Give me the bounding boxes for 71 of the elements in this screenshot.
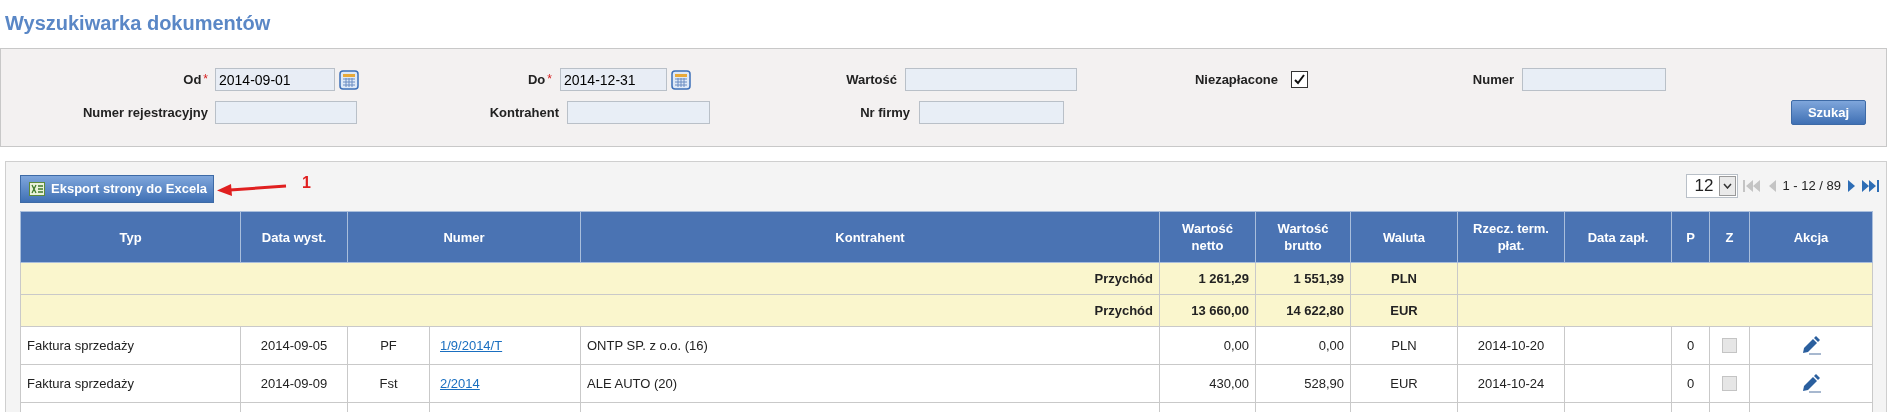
text-field[interactable] bbox=[215, 101, 357, 124]
text-field[interactable] bbox=[905, 68, 1077, 91]
last-page-icon[interactable] bbox=[1861, 178, 1882, 194]
summary-net: 13 660,00 bbox=[1159, 294, 1256, 327]
table-cell: PF bbox=[347, 326, 430, 365]
field-label: Od bbox=[183, 70, 202, 89]
column-header: Numer bbox=[347, 211, 581, 263]
search-button[interactable]: Szukaj bbox=[1791, 100, 1866, 125]
table-cell: 0 bbox=[1671, 364, 1710, 403]
column-header: Waluta bbox=[1350, 211, 1458, 263]
column-header: Wartość netto bbox=[1159, 211, 1256, 263]
required-mark: * bbox=[547, 70, 552, 88]
summary-gross: 14 622,80 bbox=[1255, 294, 1351, 327]
field-label: Nr firmy bbox=[860, 103, 910, 122]
text-field[interactable] bbox=[1522, 68, 1666, 91]
column-header: Wartość brutto bbox=[1255, 211, 1351, 263]
table-cell: Fst bbox=[347, 364, 430, 403]
spreadsheet-icon bbox=[29, 182, 45, 196]
table-cell: PLN bbox=[1350, 326, 1458, 365]
column-header: Data wyst. bbox=[240, 211, 348, 263]
column-header: Akcja bbox=[1749, 211, 1873, 263]
text-field[interactable] bbox=[567, 101, 710, 124]
field-label: Wartość bbox=[846, 70, 897, 89]
page-range: 1 - 12 / 89 bbox=[1782, 177, 1841, 196]
document-link[interactable]: 2/2014 bbox=[440, 375, 480, 391]
summary-currency: EUR bbox=[1350, 294, 1458, 327]
summary-currency: PLN bbox=[1350, 262, 1458, 295]
field-label: Numer bbox=[1472, 70, 1514, 89]
table-cell: 2014-09-05 bbox=[240, 326, 348, 365]
table-cell: 2014-09-09 bbox=[240, 364, 348, 403]
required-mark: * bbox=[203, 70, 208, 88]
table-cell: ALE AUTO (20) bbox=[580, 364, 1160, 403]
page-title: Wyszukiwarka dokumentów bbox=[5, 12, 271, 34]
field-label: Do bbox=[528, 70, 546, 89]
date-field[interactable]: 2014-12-31 bbox=[560, 68, 667, 91]
column-header: Z bbox=[1709, 211, 1750, 263]
checkbox[interactable] bbox=[1291, 71, 1308, 88]
table-cell: 2014-10-24 bbox=[1457, 364, 1565, 403]
annotation-number: 1 bbox=[302, 173, 311, 193]
field-label: Kontrahent bbox=[489, 103, 559, 122]
date-field[interactable]: 2014-09-01 bbox=[215, 68, 335, 91]
table-cell: 0,00 bbox=[1255, 326, 1351, 365]
calendar-icon[interactable] bbox=[671, 69, 691, 90]
summary-label: Przychód bbox=[20, 262, 1160, 295]
table-cell: ONTP SP. z o.o. (16) bbox=[580, 326, 1160, 365]
document-link[interactable]: 1/9/2014/T bbox=[440, 337, 503, 353]
column-header: Data zapł. bbox=[1564, 211, 1672, 263]
table-cell: 528,90 bbox=[1255, 364, 1351, 403]
field-label: Niezapłacone bbox=[1194, 70, 1278, 89]
summary-gross: 1 551,39 bbox=[1255, 262, 1351, 295]
table-cell: 0,00 bbox=[1159, 326, 1256, 365]
table-cell: EUR bbox=[1350, 364, 1458, 403]
text-field[interactable] bbox=[919, 101, 1064, 124]
table-cell: 0 bbox=[1671, 326, 1710, 365]
table-cell: 2014-10-20 bbox=[1457, 326, 1565, 365]
summary-net: 1 261,29 bbox=[1159, 262, 1256, 295]
summary-label: Przychód bbox=[20, 294, 1160, 327]
page-size-select[interactable]: 12 bbox=[1686, 174, 1739, 198]
column-header: Kontrahent bbox=[580, 211, 1160, 263]
field-label: Numer rejestracyjny bbox=[83, 103, 208, 122]
export-button[interactable]: Eksport strony do Excela bbox=[20, 175, 215, 203]
column-header: Typ bbox=[20, 211, 241, 263]
column-header: Rzecz. term. płat. bbox=[1457, 211, 1565, 263]
column-header: P bbox=[1671, 211, 1710, 263]
table-cell: Faktura sprzedaży bbox=[20, 326, 241, 365]
edit-icon[interactable] bbox=[1800, 373, 1822, 394]
calendar-icon[interactable] bbox=[339, 69, 359, 90]
table-cell: Faktura sprzedaży bbox=[20, 364, 241, 403]
edit-icon[interactable] bbox=[1800, 335, 1822, 356]
chevron-down-icon bbox=[1723, 183, 1733, 189]
table-cell: 430,00 bbox=[1159, 364, 1256, 403]
